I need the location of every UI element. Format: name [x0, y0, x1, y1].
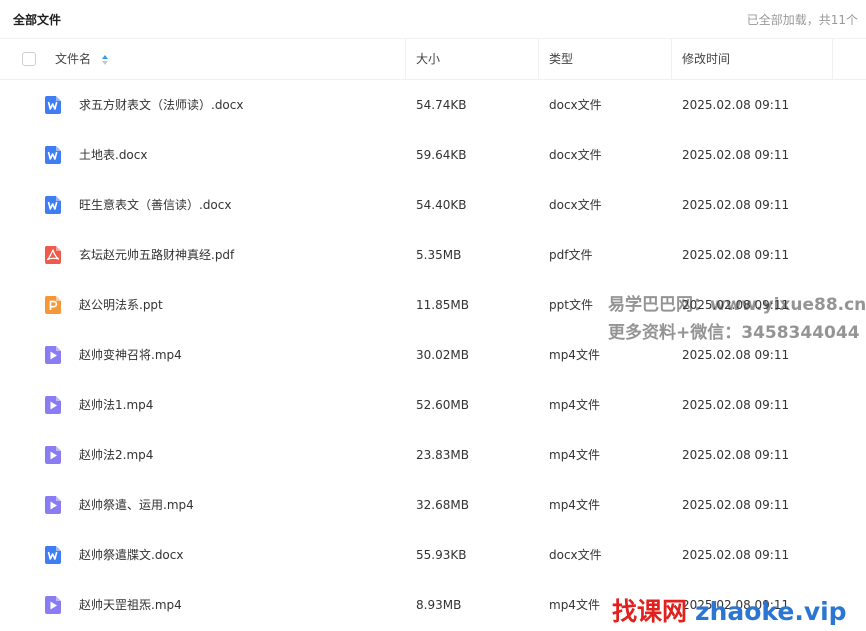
file-row[interactable]: 赵帅法2.mp4 23.83MB mp4文件 2025.02.08 09:11	[0, 430, 866, 480]
file-type: docx文件	[549, 148, 602, 162]
file-type: docx文件	[549, 98, 602, 112]
video-file-icon	[43, 595, 63, 615]
word-file-icon	[43, 145, 63, 165]
file-type: mp4文件	[549, 348, 600, 362]
file-row[interactable]: 玄坛赵元帅五路财神真经.pdf 5.35MB pdf文件 2025.02.08 09:…	[0, 230, 866, 280]
file-row[interactable]: 旺生意表文（善信读）.docx 54.40KB docx文件 2025.02.08 0…	[0, 180, 866, 230]
file-type: mp4文件	[549, 498, 600, 512]
column-header-modified[interactable]: 修改时间	[682, 39, 730, 80]
column-header-type[interactable]: 类型	[549, 39, 573, 80]
file-modified: 2025.02.08 09:11	[682, 248, 790, 262]
column-divider[interactable]	[671, 39, 672, 80]
file-modified: 2025.02.08 09:11	[682, 398, 790, 412]
file-size: 8.93MB	[416, 598, 462, 612]
file-name[interactable]: 赵公明法系.ppt	[79, 280, 163, 330]
video-file-icon	[43, 495, 63, 515]
file-modified: 2025.02.08 09:11	[682, 498, 790, 512]
word-file-icon	[43, 95, 63, 115]
file-modified: 2025.02.08 09:11	[682, 198, 790, 212]
file-size: 59.64KB	[416, 148, 467, 162]
file-size: 52.60MB	[416, 398, 469, 412]
file-name[interactable]: 赵帅天罡祖炁.mp4	[79, 580, 182, 630]
file-type: mp4文件	[549, 448, 600, 462]
video-file-icon	[43, 395, 63, 415]
brand-watermark-url: zhaoke.vip	[695, 597, 847, 626]
file-modified: 2025.02.08 09:11	[682, 98, 790, 112]
file-name[interactable]: 旺生意表文（善信读）.docx	[79, 180, 231, 230]
select-all-checkbox[interactable]	[22, 52, 36, 66]
watermark-line-2: 更多资料+微信：3458344044	[608, 323, 860, 343]
load-status: 已全部加载，共11个	[746, 13, 858, 27]
file-name[interactable]: 赵帅变神召将.mp4	[79, 330, 182, 380]
file-modified: 2025.02.08 09:11	[682, 448, 790, 462]
column-divider[interactable]	[832, 39, 833, 80]
file-row[interactable]: 求五方财表文（法师读）.docx 54.74KB docx文件 2025.02.08 …	[0, 80, 866, 130]
word-file-icon	[43, 195, 63, 215]
file-row[interactable]: 土地表.docx 59.64KB docx文件 2025.02.08 09:11	[0, 130, 866, 180]
video-file-icon	[43, 345, 63, 365]
file-size: 5.35MB	[416, 248, 462, 262]
file-name[interactable]: 赵帅法1.mp4	[79, 380, 153, 430]
column-header-name[interactable]: 文件名	[55, 39, 109, 80]
file-modified: 2025.02.08 09:11	[682, 548, 790, 562]
page-title: 全部文件	[13, 13, 62, 27]
top-bar: 全部文件 已全部加载，共11个	[0, 0, 866, 38]
table-header: 文件名 大小 类型 修改时间	[0, 38, 866, 80]
sort-icon[interactable]	[101, 54, 109, 66]
file-name[interactable]: 赵帅祭遣、运用.mp4	[79, 480, 194, 530]
file-size: 54.40KB	[416, 198, 467, 212]
file-type: ppt文件	[549, 298, 593, 312]
file-size: 54.74KB	[416, 98, 467, 112]
file-name[interactable]: 求五方财表文（法师读）.docx	[79, 80, 243, 130]
file-name[interactable]: 赵帅法2.mp4	[79, 430, 153, 480]
file-size: 30.02MB	[416, 348, 469, 362]
file-row[interactable]: 赵帅祭遣牒文.docx 55.93KB docx文件 2025.02.08 09:11	[0, 530, 866, 580]
column-header-size[interactable]: 大小	[416, 39, 440, 80]
column-divider[interactable]	[538, 39, 539, 80]
file-size: 32.68MB	[416, 498, 469, 512]
file-modified: 2025.02.08 09:11	[682, 148, 790, 162]
file-size: 11.85MB	[416, 298, 469, 312]
file-type: mp4文件	[549, 598, 600, 612]
brand-watermark-cn: 找课网	[612, 597, 688, 626]
file-size: 55.93KB	[416, 548, 467, 562]
column-divider[interactable]	[405, 39, 406, 80]
file-name[interactable]: 土地表.docx	[79, 130, 147, 180]
file-row[interactable]: 赵帅祭遣、运用.mp4 32.68MB mp4文件 2025.02.08 09:11	[0, 480, 866, 530]
file-row[interactable]: 赵帅法1.mp4 52.60MB mp4文件 2025.02.08 09:11	[0, 380, 866, 430]
file-type: mp4文件	[549, 398, 600, 412]
word-file-icon	[43, 545, 63, 565]
watermark-line-1: 易学巴巴网：www.yixue88.cn	[608, 295, 866, 315]
file-type: docx文件	[549, 548, 602, 562]
brand-watermark: 找课网 zhaoke.vip	[612, 592, 847, 628]
pdf-file-icon	[43, 245, 63, 265]
column-header-name-label: 文件名	[55, 52, 92, 66]
file-type: docx文件	[549, 198, 602, 212]
file-size: 23.83MB	[416, 448, 469, 462]
video-file-icon	[43, 445, 63, 465]
ppt-file-icon	[43, 295, 63, 315]
file-name[interactable]: 赵帅祭遣牒文.docx	[79, 530, 183, 580]
file-type: pdf文件	[549, 248, 593, 262]
file-name[interactable]: 玄坛赵元帅五路财神真经.pdf	[79, 230, 234, 280]
